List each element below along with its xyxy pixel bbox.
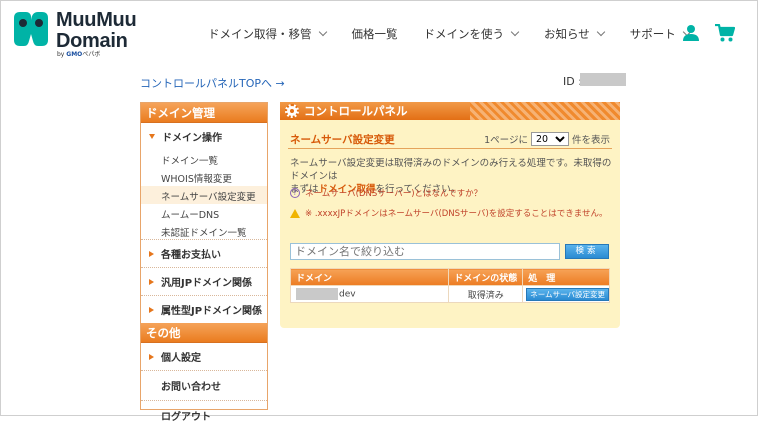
- logo-mark-icon: [14, 12, 48, 46]
- main-nav: ドメイン取得・移管 価格一覧 ドメインを使う お知らせ サポート: [208, 26, 716, 42]
- gear-icon: [285, 104, 299, 118]
- domain-redacted: [296, 288, 338, 300]
- logo-line2: Domain: [56, 30, 128, 52]
- sidebar-item-unverified[interactable]: 未認証ドメイン一覧: [141, 222, 267, 240]
- cart-icon[interactable]: [715, 24, 735, 42]
- sidebar-item-domain-list[interactable]: ドメイン一覧: [141, 150, 267, 168]
- nav-support[interactable]: サポート: [630, 26, 692, 42]
- sidebar-group-attr-jp[interactable]: 属性型JPドメイン関係: [141, 296, 267, 323]
- sidebar-item-muumuu-dns[interactable]: ムームーDNS: [141, 204, 267, 222]
- logo-text: MuuMuu Domain by GMOペパボ: [56, 9, 137, 58]
- faq-nameserver-link[interactable]: ? ネームサーバ(DNSサーバー)とはなんですか？: [290, 187, 482, 199]
- main-panel: ネームサーバ設定変更 1ページに 20 件を表示 ネームサーバ設定変更は取得済み…: [280, 120, 620, 328]
- chevron-down-icon: [318, 27, 327, 37]
- section-divider: [288, 148, 612, 149]
- cell-action: ネームサーバ設定変更: [522, 285, 610, 303]
- col-domain: ドメイン: [289, 268, 450, 286]
- sidebar: ドメイン管理 ドメイン操作 ドメイン一覧 WHOIS情報変更 ネームサーバ設定変…: [140, 102, 268, 423]
- per-page-select[interactable]: 20: [530, 132, 569, 146]
- sidebar-group-domain-ops[interactable]: ドメイン操作: [141, 123, 267, 150]
- chevron-down-icon: [596, 27, 606, 37]
- user-icon[interactable]: [683, 24, 699, 41]
- panel-title-bar: コントロールパネル: [280, 102, 620, 120]
- sidebar-item-nameserver[interactable]: ネームサーバ設定変更: [141, 186, 267, 204]
- warning-notice: ※ .xxxxJPドメインはネームサーバ(DNSサーバ)を設定することはできませ…: [290, 207, 608, 219]
- chevron-down-icon: [510, 27, 520, 37]
- domain-table: ドメイン ドメインの状態 処 理 dev 取得済み ネームサーバ設定変更: [289, 268, 610, 303]
- col-action: 処 理: [522, 268, 610, 286]
- sidebar-group-personal[interactable]: 個人設定: [141, 343, 267, 371]
- triangle-right-icon: [149, 353, 154, 360]
- logo-line1: MuuMuu: [56, 9, 137, 31]
- triangle-right-icon: [149, 306, 154, 313]
- id-redacted: [580, 73, 626, 86]
- nav-use-domain[interactable]: ドメインを使う: [424, 26, 520, 42]
- muumuu-logo[interactable]: MuuMuu Domain by GMOペパボ: [12, 9, 137, 58]
- sidebar-head-domain-manage: ドメイン管理: [141, 103, 267, 123]
- nav-domain-acquire[interactable]: ドメイン取得・移管: [208, 26, 327, 42]
- table-row: dev 取得済み ネームサーバ設定変更: [289, 285, 610, 303]
- sidebar-item-contact[interactable]: お問い合わせ: [141, 371, 267, 401]
- col-status: ドメインの状態: [448, 268, 524, 286]
- sidebar-group-payments[interactable]: 各種お支払い: [141, 240, 267, 268]
- sidebar-item-whois[interactable]: WHOIS情報変更: [141, 168, 267, 186]
- sidebar-group-generic-jp[interactable]: 汎用JPドメイン関係: [141, 268, 267, 296]
- cell-status: 取得済み: [448, 285, 524, 303]
- nav-news[interactable]: お知らせ: [544, 26, 606, 42]
- table-header-row: ドメイン ドメインの状態 処 理: [289, 268, 610, 286]
- warning-icon: [290, 208, 300, 218]
- per-page-control: 1ページに 20 件を表示: [484, 132, 610, 146]
- section-title: ネームサーバ設定変更: [290, 134, 395, 146]
- control-panel-top-link[interactable]: コントロールパネルTOPへ →: [140, 75, 285, 91]
- logo-by: by GMOペパボ: [57, 51, 101, 58]
- panel-title: コントロールパネル: [280, 102, 470, 120]
- cell-domain: dev: [289, 285, 450, 303]
- search-button[interactable]: 検索: [565, 244, 609, 259]
- nav-price-list[interactable]: 価格一覧: [352, 26, 398, 42]
- domain-filter-input[interactable]: [290, 243, 560, 260]
- question-icon: ?: [290, 188, 300, 198]
- triangle-down-icon: [149, 134, 155, 139]
- triangle-right-icon: [149, 278, 154, 285]
- nameserver-change-button[interactable]: ネームサーバ設定変更: [526, 287, 609, 301]
- sidebar-head-other: その他: [141, 323, 267, 343]
- triangle-right-icon: [149, 250, 154, 257]
